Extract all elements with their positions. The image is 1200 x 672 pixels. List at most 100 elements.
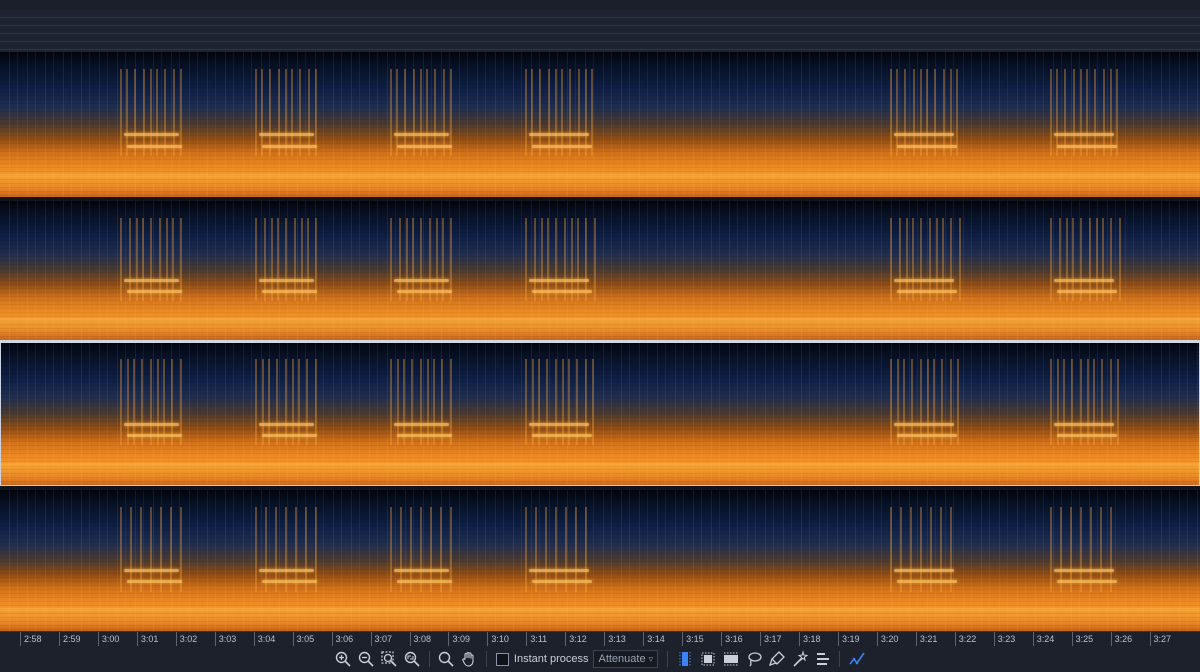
transient-burst [180, 218, 182, 301]
transient-burst [433, 359, 435, 445]
harmonic-trace [894, 569, 954, 572]
transient-burst [403, 359, 405, 445]
transient-burst [306, 359, 308, 445]
transient-burst [525, 359, 527, 445]
transient-burst [897, 359, 899, 445]
transient-burst [171, 359, 173, 445]
low-frequency-band [0, 174, 1200, 177]
timeline-tick: 3:09 [448, 632, 470, 647]
harmonic-trace [397, 434, 452, 437]
timeline-tick: 3:18 [799, 632, 821, 647]
spectrogram-channel-3[interactable] [0, 342, 1200, 486]
zoom-selection-icon[interactable] [378, 648, 400, 670]
transient-burst [890, 69, 892, 156]
transient-burst [299, 69, 301, 156]
transient-burst [585, 69, 587, 156]
harmonic-selection-icon[interactable] [812, 648, 834, 670]
transient-burst [1096, 218, 1098, 301]
transient-burst [120, 507, 122, 592]
transient-burst [159, 218, 161, 301]
transient-burst [307, 218, 309, 301]
transient-burst [571, 218, 573, 301]
time-frequency-selection-icon[interactable] [720, 648, 742, 670]
transient-burst [450, 69, 452, 156]
harmonic-trace [897, 580, 957, 583]
toolbar-divider [667, 651, 669, 667]
transient-burst [1056, 69, 1058, 156]
zoom-in-icon[interactable] [332, 648, 354, 670]
spectral-curve-icon[interactable] [846, 648, 868, 670]
transient-burst [525, 218, 527, 301]
transient-burst [591, 69, 593, 156]
transient-burst [285, 359, 287, 445]
timeline-tick: 3:01 [136, 632, 158, 647]
frequency-selection-icon[interactable] [697, 648, 719, 670]
harmonic-trace [262, 580, 317, 583]
transient-burst [936, 218, 938, 301]
timeline-tick: 2:59 [58, 632, 80, 647]
lasso-icon[interactable] [743, 648, 765, 670]
spectrogram-channel-1[interactable] [0, 52, 1200, 197]
harmonic-trace [1054, 423, 1114, 426]
transient-burst [1094, 69, 1096, 156]
transient-burst [150, 69, 152, 156]
magnify-icon[interactable] [435, 648, 457, 670]
transient-burst [899, 218, 901, 301]
transient-burst [576, 359, 578, 445]
transient-burst [434, 69, 436, 156]
spectrogram-channel-2[interactable] [0, 201, 1200, 340]
magic-wand-icon[interactable] [789, 648, 811, 670]
harmonic-trace [529, 423, 589, 426]
transient-burst [420, 359, 422, 445]
transient-burst [291, 69, 293, 156]
transient-burst [442, 218, 444, 301]
instant-process-checkbox[interactable] [495, 652, 509, 666]
spectrogram-channel-4[interactable] [0, 490, 1200, 631]
zoom-fit-icon[interactable] [401, 648, 423, 670]
waveform-overview[interactable] [0, 10, 1200, 53]
harmonic-trace [127, 145, 182, 148]
transient-burst [164, 69, 166, 156]
transient-burst [1059, 218, 1061, 301]
timeline-tick: 2:58 [20, 632, 42, 647]
timeline-ruler[interactable]: 2:58 2:59 3:00 3:01 3:02 3:03 3:04 3:05 3:06 3:07… [0, 631, 1200, 647]
brush-icon[interactable] [766, 648, 788, 670]
harmonic-trace [529, 279, 589, 282]
timeline-tick: 3:25 [1071, 632, 1093, 647]
timeline-tick: 3:11 [526, 632, 547, 647]
toolbar-divider [485, 651, 487, 667]
transient-burst [926, 69, 928, 156]
transient-burst [890, 218, 892, 301]
harmonic-trace [897, 290, 957, 293]
transient-burst [561, 69, 563, 156]
transient-burst [933, 359, 935, 445]
transient-burst [413, 69, 415, 156]
transient-burst [126, 69, 128, 156]
transient-burst [1080, 69, 1082, 156]
harmonic-trace [394, 279, 449, 282]
harmonic-trace [259, 279, 314, 282]
transient-burst [1080, 359, 1082, 445]
harmonic-trace [394, 423, 449, 426]
transient-burst [156, 69, 158, 156]
timeline-tick: 3:04 [253, 632, 275, 647]
transient-burst [594, 218, 596, 301]
transient-burst [120, 359, 122, 445]
transient-burst [890, 507, 892, 592]
low-frequency-band [0, 463, 1200, 466]
time-selection-icon[interactable] [674, 648, 696, 670]
transient-burst [1072, 218, 1074, 301]
transient-burst [255, 507, 257, 592]
transient-burst [531, 69, 533, 156]
transient-burst [308, 69, 310, 156]
zoom-out-icon[interactable] [355, 648, 377, 670]
harmonic-trace [124, 279, 179, 282]
process-mode-select[interactable]: Attenuate ▿ [593, 650, 659, 668]
hand-icon[interactable] [458, 648, 480, 670]
timeline-tick: 3:26 [1110, 632, 1132, 647]
transient-burst [568, 359, 570, 445]
transient-burst [298, 359, 300, 445]
timeline-tick: 3:00 [97, 632, 119, 647]
transient-burst [585, 218, 587, 301]
low-frequency-band [0, 608, 1200, 611]
